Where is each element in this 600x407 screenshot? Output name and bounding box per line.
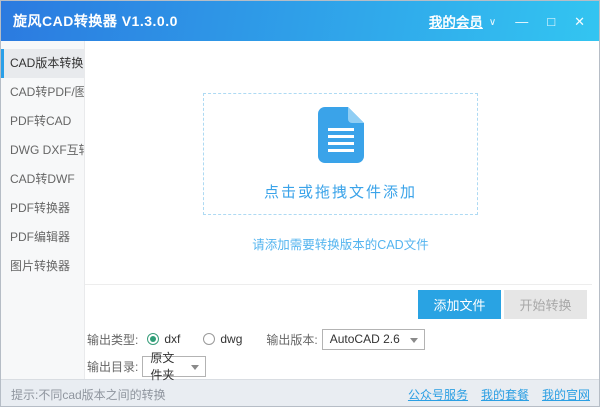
output-type-row: 输出类型: dxf dwg 输出版本: AutoCAD 2.6 — [87, 328, 425, 350]
maximize-icon[interactable]: □ — [547, 15, 555, 28]
sidebar-item-pdf-to-cad[interactable]: PDF转CAD — [1, 107, 84, 136]
file-dropzone[interactable]: 点击或拖拽文件添加 — [203, 93, 478, 215]
output-dir-row: 输出目录: 原文件夹 — [87, 355, 206, 377]
radio-dxf[interactable] — [147, 333, 159, 345]
sidebar-item-pdf-editor[interactable]: PDF编辑器 — [1, 223, 84, 252]
status-bar: 提示:不同cad版本之间的转换 公众号服务 我的套餐 我的官网 — [1, 379, 599, 407]
titlebar-controls: 我的会员 ∨ — □ ✕ — [429, 11, 585, 31]
sidebar-item-pdf-converter[interactable]: PDF转换器 — [1, 194, 84, 223]
start-convert-button[interactable]: 开始转换 — [504, 290, 587, 319]
add-file-button[interactable]: 添加文件 — [418, 290, 501, 319]
my-member-link[interactable]: 我的会员 — [429, 11, 483, 31]
chevron-down-icon — [410, 338, 418, 343]
add-files-hint: 请添加需要转换版本的CAD文件 — [203, 234, 478, 253]
status-links: 公众号服务 我的套餐 我的官网 — [408, 386, 590, 403]
sidebar-item-cad-to-pdf-image[interactable]: CAD转PDF/图片 — [1, 78, 84, 107]
radio-dxf-label[interactable]: dxf — [164, 332, 180, 346]
sidebar-item-dwg-dxf-convert[interactable]: DWG DXF互转 — [1, 136, 84, 165]
output-version-label: 输出版本: — [266, 331, 317, 348]
link-my-package[interactable]: 我的套餐 — [481, 386, 529, 403]
sidebar-item-cad-version-convert[interactable]: CAD版本转换 — [1, 49, 84, 78]
sidebar-item-cad-to-dwf[interactable]: CAD转DWF — [1, 165, 84, 194]
main-panel: 点击或拖拽文件添加 请添加需要转换版本的CAD文件 添加文件 开始转换 输出类型… — [85, 41, 599, 379]
minimize-icon[interactable]: — — [515, 15, 528, 28]
app-title: 旋风CAD转换器 V1.3.0.0 — [13, 11, 178, 31]
radio-dwg[interactable] — [203, 333, 215, 345]
link-wechat-service[interactable]: 公众号服务 — [408, 386, 468, 403]
sidebar: CAD版本转换 CAD转PDF/图片 PDF转CAD DWG DXF互转 CAD… — [1, 41, 85, 379]
window-body: CAD版本转换 CAD转PDF/图片 PDF转CAD DWG DXF互转 CAD… — [1, 41, 599, 379]
section-divider — [85, 284, 592, 285]
link-my-website[interactable]: 我的官网 — [542, 386, 590, 403]
output-dir-select[interactable]: 原文件夹 — [142, 356, 206, 377]
titlebar: 旋风CAD转换器 V1.3.0.0 我的会员 ∨ — □ ✕ — [1, 1, 599, 41]
close-icon[interactable]: ✕ — [574, 15, 585, 28]
chevron-down-icon — [191, 365, 199, 370]
status-tip: 提示:不同cad版本之间的转换 — [11, 386, 166, 403]
output-type-label: 输出类型: — [87, 331, 138, 348]
radio-dwg-label[interactable]: dwg — [220, 332, 242, 346]
output-dir-value: 原文件夹 — [150, 349, 183, 383]
chevron-down-icon[interactable]: ∨ — [489, 17, 496, 28]
output-dir-label: 输出目录: — [87, 358, 138, 375]
dropzone-label: 点击或拖拽文件添加 — [264, 181, 417, 202]
document-icon — [318, 107, 364, 168]
output-version-value: AutoCAD 2.6 — [330, 332, 400, 346]
sidebar-item-image-converter[interactable]: 图片转换器 — [1, 252, 84, 281]
output-version-select[interactable]: AutoCAD 2.6 — [322, 329, 425, 350]
app-window: 旋风CAD转换器 V1.3.0.0 我的会员 ∨ — □ ✕ CAD版本转换 C… — [0, 0, 600, 407]
